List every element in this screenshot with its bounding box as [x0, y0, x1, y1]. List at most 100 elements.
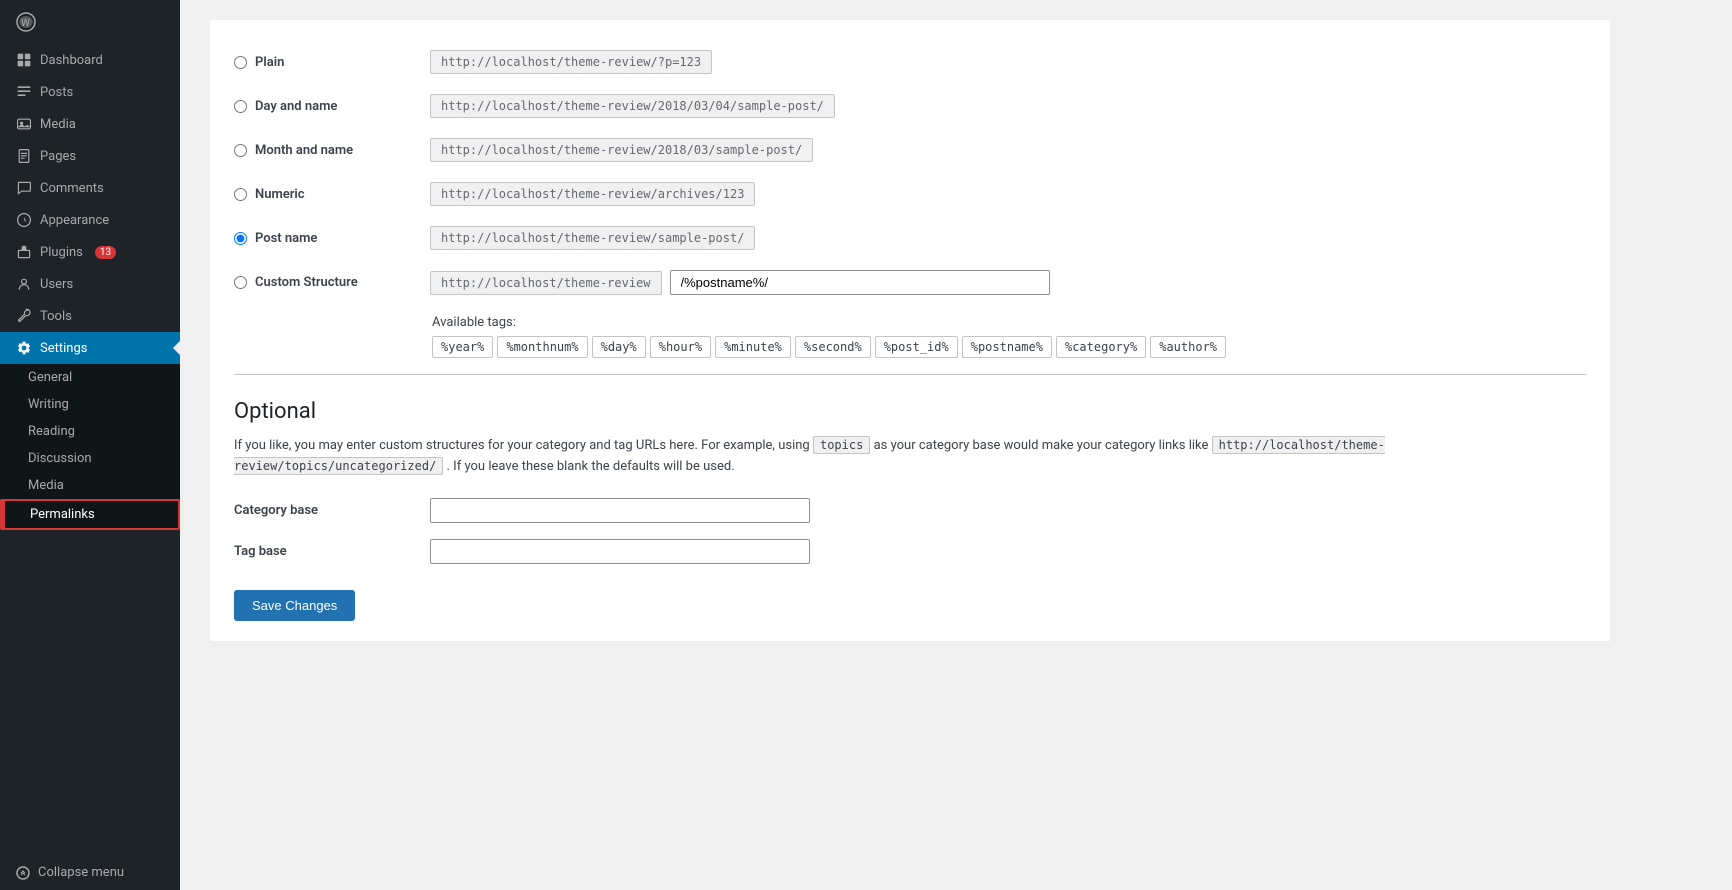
permalink-label-custom[interactable]: Custom Structure: [234, 275, 414, 290]
tag-base-input[interactable]: [430, 539, 810, 564]
tag-year[interactable]: %year%: [432, 336, 493, 358]
permalink-option-label-custom: Custom Structure: [255, 275, 358, 290]
users-icon: [16, 276, 32, 292]
wp-logo: W: [0, 0, 180, 44]
optional-description: If you like, you may enter custom struct…: [234, 436, 1586, 478]
sidebar-label-settings: Settings: [40, 341, 87, 356]
submenu-label-permalinks: Permalinks: [30, 507, 95, 522]
save-changes-button[interactable]: Save Changes: [234, 590, 355, 621]
permalink-row-custom: Custom Structure http://localhost/theme-…: [234, 260, 1586, 305]
sidebar-label-media: Media: [40, 117, 76, 132]
settings-icon: [16, 340, 32, 356]
submenu-item-permalinks[interactable]: Permalinks: [0, 499, 180, 530]
sidebar-item-media[interactable]: Media: [0, 108, 180, 140]
submenu-item-discussion[interactable]: Discussion: [0, 445, 180, 472]
submenu-item-writing[interactable]: Writing: [0, 391, 180, 418]
permalink-row-post-name: Post name http://localhost/theme-review/…: [234, 216, 1586, 260]
permalink-label-numeric[interactable]: Numeric: [234, 187, 414, 202]
tag-monthnum[interactable]: %monthnum%: [497, 336, 587, 358]
tag-base-row: Tag base: [234, 539, 1586, 564]
tag-postname[interactable]: %postname%: [962, 336, 1052, 358]
submenu-item-general[interactable]: General: [0, 364, 180, 391]
sidebar-label-pages: Pages: [40, 149, 76, 164]
sidebar-item-tools[interactable]: Tools: [0, 300, 180, 332]
submenu-label-media: Media: [28, 478, 64, 493]
permalink-label-plain[interactable]: Plain: [234, 55, 414, 70]
permalink-radio-numeric[interactable]: [234, 188, 247, 201]
permalink-url-day-name: http://localhost/theme-review/2018/03/04…: [430, 94, 835, 118]
tag-day[interactable]: %day%: [592, 336, 646, 358]
svg-text:W: W: [21, 18, 30, 29]
permalink-label-post-name[interactable]: Post name: [234, 231, 414, 246]
optional-desc-code: topics: [813, 436, 870, 454]
sidebar-item-pages[interactable]: Pages: [0, 140, 180, 172]
optional-section: Optional If you like, you may enter cust…: [234, 399, 1586, 621]
plugins-badge: 13: [95, 246, 116, 259]
sidebar-item-dashboard[interactable]: Dashboard: [0, 44, 180, 76]
tag-post-id[interactable]: %post_id%: [875, 336, 958, 358]
permalink-radio-plain[interactable]: [234, 56, 247, 69]
tag-second[interactable]: %second%: [795, 336, 871, 358]
permalink-url-plain: http://localhost/theme-review/?p=123: [430, 50, 712, 74]
tools-icon: [16, 308, 32, 324]
permalink-option-label-post-name: Post name: [255, 231, 317, 246]
permalink-radio-day-name[interactable]: [234, 100, 247, 113]
comments-icon: [16, 180, 32, 196]
permalink-url-month-name: http://localhost/theme-review/2018/03/sa…: [430, 138, 813, 162]
collapse-icon: [16, 866, 30, 880]
sidebar-item-comments[interactable]: Comments: [0, 172, 180, 204]
submenu-label-reading: Reading: [28, 424, 75, 439]
available-tags-label: Available tags:: [432, 315, 1586, 330]
dashboard-icon: [16, 52, 32, 68]
optional-desc-part1: If you like, you may enter custom struct…: [234, 438, 810, 453]
available-tags-section: Available tags: %year% %monthnum% %day% …: [432, 315, 1586, 358]
submenu-label-discussion: Discussion: [28, 451, 92, 466]
media-icon: [16, 116, 32, 132]
optional-desc-part2: as your category base would make your ca…: [874, 438, 1209, 453]
plugins-icon: [16, 244, 32, 260]
tag-base-label: Tag base: [234, 544, 414, 559]
sidebar-label-comments: Comments: [40, 181, 104, 196]
sidebar-label-posts: Posts: [40, 85, 73, 100]
sidebar: W Dashboard Posts Media Pages Comments A…: [0, 0, 180, 890]
sidebar-item-plugins[interactable]: Plugins 13: [0, 236, 180, 268]
collapse-menu-button[interactable]: Collapse menu: [0, 855, 180, 890]
permalink-label-month-name[interactable]: Month and name: [234, 143, 414, 158]
permalink-row-numeric: Numeric http://localhost/theme-review/ar…: [234, 172, 1586, 216]
tag-category[interactable]: %category%: [1056, 336, 1146, 358]
custom-structure-input[interactable]: [670, 270, 1050, 295]
permalink-url-numeric: http://localhost/theme-review/archives/1…: [430, 182, 755, 206]
submenu-item-reading[interactable]: Reading: [0, 418, 180, 445]
permalink-label-day-name[interactable]: Day and name: [234, 99, 414, 114]
collapse-menu-label: Collapse menu: [38, 865, 124, 880]
permalink-radio-post-name[interactable]: [234, 232, 247, 245]
permalink-url-custom-prefix: http://localhost/theme-review: [430, 271, 662, 295]
posts-icon: [16, 84, 32, 100]
permalink-radio-custom[interactable]: [234, 276, 247, 289]
sidebar-label-users: Users: [40, 277, 73, 292]
tag-author[interactable]: %author%: [1150, 336, 1226, 358]
permalink-option-label-numeric: Numeric: [255, 187, 305, 202]
category-base-input[interactable]: [430, 498, 810, 523]
wordpress-logo-icon: W: [16, 12, 36, 32]
sidebar-item-appearance[interactable]: Appearance: [0, 204, 180, 236]
sidebar-item-settings[interactable]: Settings: [0, 332, 180, 364]
permalink-radio-month-name[interactable]: [234, 144, 247, 157]
category-base-label: Category base: [234, 503, 414, 518]
permalink-row-plain: Plain http://localhost/theme-review/?p=1…: [234, 40, 1586, 84]
sidebar-label-tools: Tools: [40, 309, 72, 324]
submenu-label-writing: Writing: [28, 397, 69, 412]
sidebar-label-appearance: Appearance: [40, 213, 109, 228]
divider: [234, 374, 1586, 375]
permalink-option-label-day-name: Day and name: [255, 99, 337, 114]
appearance-icon: [16, 212, 32, 228]
sidebar-label-dashboard: Dashboard: [40, 53, 103, 68]
submenu-item-media[interactable]: Media: [0, 472, 180, 499]
sidebar-item-posts[interactable]: Posts: [0, 76, 180, 108]
content-area: Plain http://localhost/theme-review/?p=1…: [210, 20, 1610, 641]
sidebar-item-users[interactable]: Users: [0, 268, 180, 300]
permalink-row-month-name: Month and name http://localhost/theme-re…: [234, 128, 1586, 172]
tag-hour[interactable]: %hour%: [650, 336, 711, 358]
pages-icon: [16, 148, 32, 164]
tag-minute[interactable]: %minute%: [715, 336, 791, 358]
